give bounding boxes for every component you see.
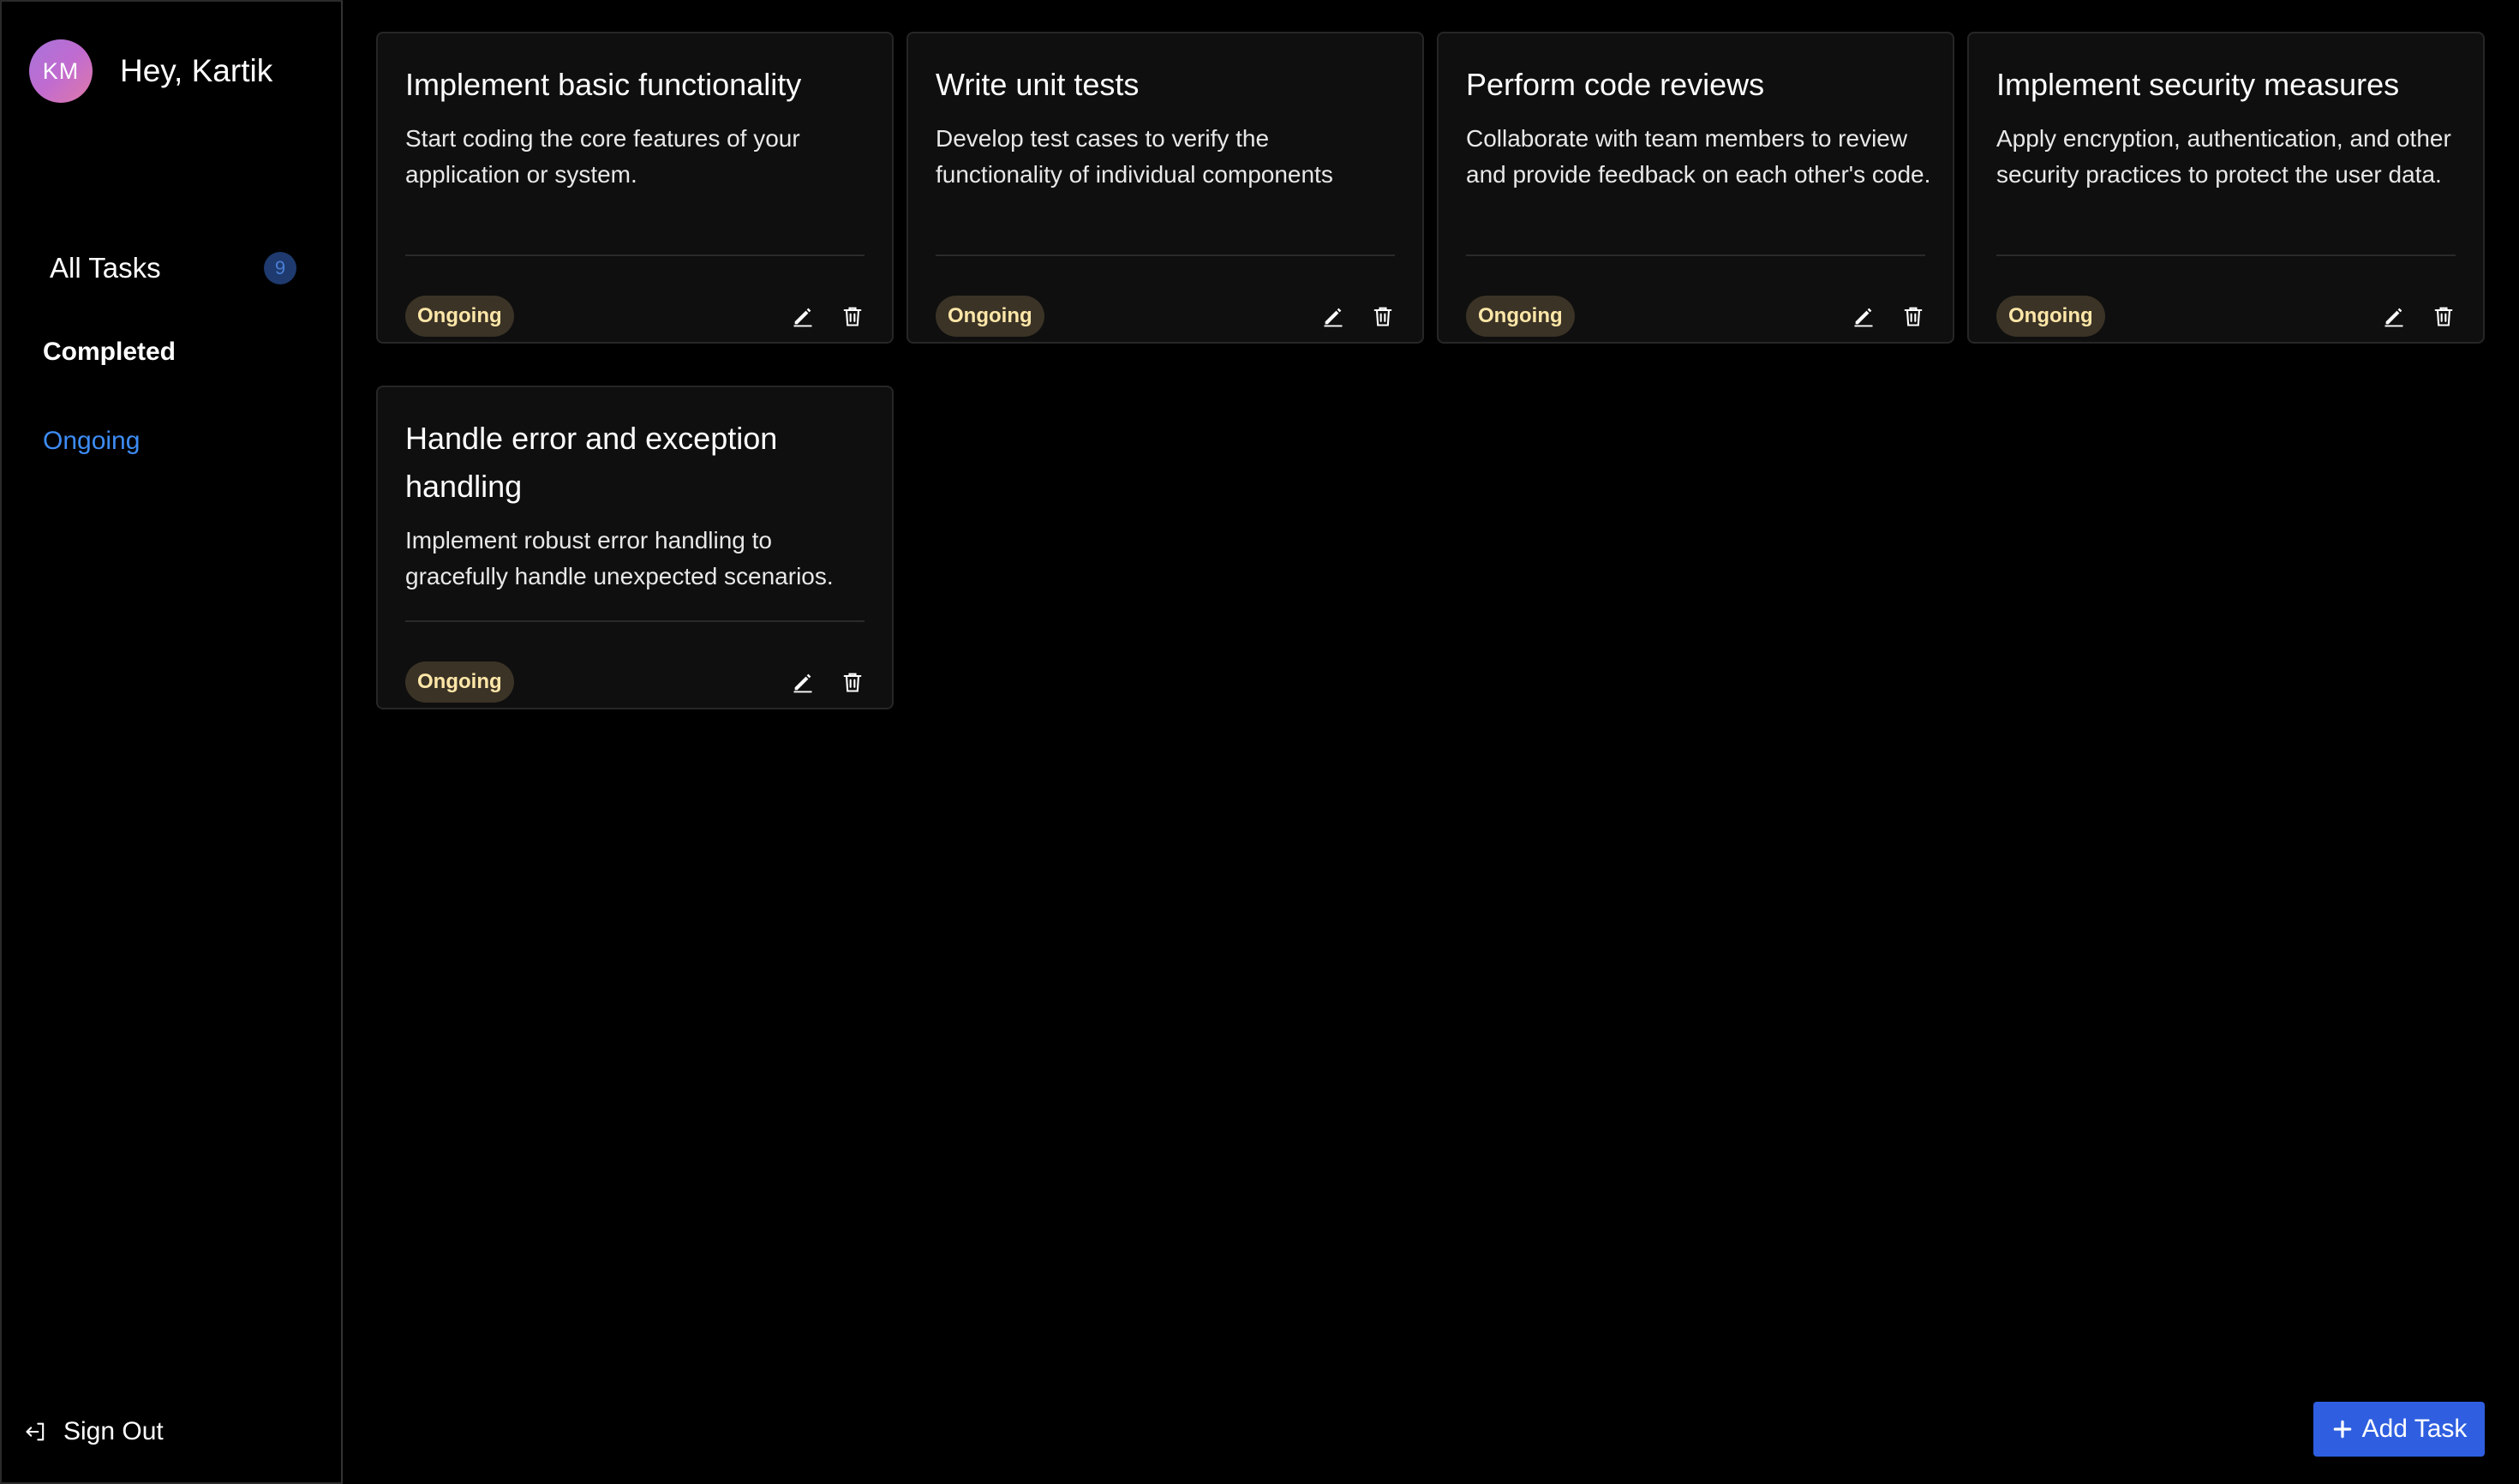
card-divider <box>405 620 865 622</box>
task-description: Start coding the core features of your a… <box>405 125 800 188</box>
card-divider <box>1466 254 1925 256</box>
pencil-icon <box>1854 308 1873 327</box>
user-profile: KM Hey, Kartik <box>29 39 272 103</box>
task-title: Perform code reviews <box>1466 67 1765 102</box>
delete-button[interactable] <box>839 668 866 696</box>
card-divider <box>936 254 1395 256</box>
trash-icon <box>2434 307 2453 326</box>
greeting: Hey, Kartik <box>120 53 273 88</box>
task-card: Implement security measures Apply encryp… <box>1967 32 2485 344</box>
task-description: Implement robust error handling to grace… <box>405 527 834 589</box>
edit-button[interactable] <box>789 668 817 696</box>
edit-button[interactable] <box>2380 302 2408 330</box>
task-description: Collaborate with team members to review … <box>1466 125 1931 188</box>
sign-out-button[interactable]: Sign Out <box>24 1417 164 1446</box>
trash-icon <box>843 673 862 692</box>
trash-icon <box>843 307 862 326</box>
app-root: KM Hey, Kartik All Tasks 9 Completed Ong… <box>0 0 2519 1484</box>
sidebar-item-ongoing[interactable]: Ongoing <box>43 427 140 456</box>
sidebar-item-all-tasks[interactable]: All Tasks 9 <box>50 247 296 290</box>
task-title: Handle error and exception handling <box>405 421 778 504</box>
avatar-initials: KM <box>42 57 80 84</box>
status-badge: Ongoing <box>1996 296 2105 337</box>
trash-icon <box>1373 307 1392 326</box>
task-description: Develop test cases to verify the functio… <box>936 125 1333 188</box>
task-card: Implement basic functionality Start codi… <box>376 32 894 344</box>
task-count-badge: 9 <box>264 252 296 284</box>
task-card: Write unit tests Develop test cases to v… <box>906 32 1424 344</box>
card-divider <box>405 254 865 256</box>
delete-button[interactable] <box>1369 302 1397 330</box>
sidebar-item-label: Completed <box>43 338 177 366</box>
status-badge: Ongoing <box>405 661 514 703</box>
task-title: Write unit tests <box>936 67 1140 102</box>
trash-icon <box>1904 307 1923 326</box>
edit-button[interactable] <box>1319 302 1347 330</box>
task-title: Implement basic functionality <box>405 67 802 102</box>
task-card: Perform code reviews Collaborate with te… <box>1437 32 1954 344</box>
task-card: Handle error and exception handling Impl… <box>376 386 894 709</box>
delete-button[interactable] <box>839 302 866 330</box>
status-badge: Ongoing <box>405 296 514 337</box>
task-title: Implement security measures <box>1996 67 2400 102</box>
sidebar: KM Hey, Kartik All Tasks 9 Completed Ong… <box>0 0 343 1484</box>
status-badge: Ongoing <box>936 296 1044 337</box>
task-description: Apply encryption, authentication, and ot… <box>1996 125 2451 188</box>
card-divider <box>1996 254 2456 256</box>
edit-button[interactable] <box>789 302 817 330</box>
add-task-label: Add Task <box>2361 1415 2468 1443</box>
pencil-icon <box>2384 308 2403 327</box>
edit-button[interactable] <box>1850 302 1877 330</box>
sign-out-icon <box>26 1422 45 1441</box>
status-badge: Ongoing <box>1466 296 1575 337</box>
plus-icon <box>2333 1420 2351 1439</box>
avatar[interactable]: KM <box>29 39 93 103</box>
delete-button[interactable] <box>2430 302 2457 330</box>
delete-button[interactable] <box>1900 302 1927 330</box>
sidebar-item-label: All Tasks <box>50 252 161 284</box>
pencil-icon <box>793 673 812 693</box>
sidebar-item-completed[interactable]: Completed <box>43 338 176 367</box>
sign-out-label: Sign Out <box>63 1417 164 1445</box>
pencil-icon <box>793 308 812 327</box>
sidebar-item-label: Ongoing <box>43 427 141 455</box>
pencil-icon <box>1324 308 1343 327</box>
add-task-button[interactable]: Add Task <box>2313 1402 2485 1457</box>
